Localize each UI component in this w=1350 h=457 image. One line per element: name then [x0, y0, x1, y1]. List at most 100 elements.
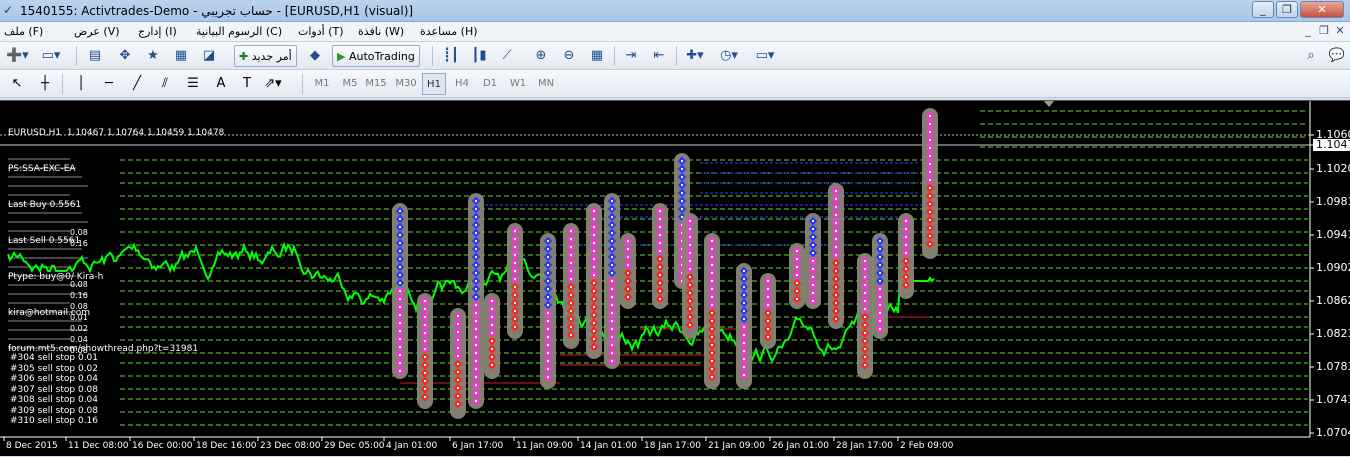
order-marker-dot	[491, 340, 493, 342]
timeframe-w1[interactable]: W1	[506, 73, 530, 95]
mdi-minimize-button[interactable]: _	[1300, 24, 1316, 39]
order-marker-dot	[457, 339, 459, 341]
timeframe-m15[interactable]: M15	[364, 73, 388, 95]
order-marker-dot	[681, 176, 683, 178]
equidistant-channel-icon[interactable]: ⫽	[154, 73, 176, 95]
autotrading-button[interactable]: ▶ AutoTrading	[332, 45, 420, 67]
order-marker-dot	[835, 190, 837, 192]
order-marker-dot	[514, 318, 516, 320]
order-marker-dot	[767, 312, 769, 314]
timeframe-m30[interactable]: M30	[394, 73, 418, 95]
strategy-tester-icon[interactable]: ◪	[198, 45, 220, 67]
new-order-button[interactable]: ✚ أمر جديد	[234, 45, 297, 67]
order-marker-dot	[457, 331, 459, 333]
order-marker-dot	[514, 286, 516, 288]
tile-windows-icon[interactable]: ▦	[586, 45, 608, 67]
order-marker-dot	[399, 338, 401, 340]
menu-charts[interactable]: الرسوم البيانية (C)	[196, 25, 282, 38]
bar-chart-icon[interactable]: ┋┃	[440, 45, 462, 67]
order-marker-dot	[514, 270, 516, 272]
order-marker-dot	[711, 336, 713, 338]
vertical-line-icon[interactable]: │	[70, 73, 92, 95]
zoom-out-icon[interactable]: ⊖	[558, 45, 580, 67]
fibonacci-icon[interactable]: ☰	[182, 73, 204, 95]
periods-icon[interactable]: ◷▾	[718, 45, 740, 67]
order-marker-dot	[627, 264, 629, 266]
menu-help[interactable]: مساعدة (H)	[420, 25, 478, 38]
order-marker-dot	[611, 280, 613, 282]
order-marker-dot	[767, 304, 769, 306]
line-chart-icon[interactable]: ⟋	[496, 45, 518, 67]
info-line: kira@hotmail.com	[8, 308, 91, 318]
text-label-icon[interactable]: T	[236, 73, 258, 95]
navigator-icon[interactable]: ★	[142, 45, 164, 67]
time-label: 8 Dec 2015	[6, 441, 58, 451]
order-marker-dot	[570, 262, 572, 264]
new-chart-icon[interactable]: ➕▾	[6, 45, 29, 67]
order-marker-dot	[835, 238, 837, 240]
new-order-label: أمر جديد	[251, 50, 292, 63]
price-chart[interactable]: 1.106001.104751.102001.098101.094101.090…	[0, 100, 1350, 456]
order-marker-dot	[475, 312, 477, 314]
price-label: 1.09810	[1316, 195, 1350, 208]
order-marker-dot	[399, 290, 401, 292]
order-marker-dot	[491, 364, 493, 366]
menu-view[interactable]: عرض (V)	[74, 25, 120, 38]
market-watch-icon[interactable]: ▤	[84, 45, 106, 67]
order-marker-dot	[711, 360, 713, 362]
close-button[interactable]: ✕	[1300, 1, 1344, 18]
order-marker-dot	[905, 268, 907, 270]
order-marker-dot	[491, 300, 493, 302]
order-marker-dot	[711, 288, 713, 290]
maximize-button[interactable]: ❐	[1276, 1, 1298, 18]
timeframe-mn[interactable]: MN	[534, 73, 558, 95]
menu-file[interactable]: ملف (F)	[4, 25, 43, 38]
terminal-icon[interactable]: ▦	[170, 45, 192, 67]
order-marker-dot	[767, 280, 769, 282]
metaeditor-icon[interactable]: ◆	[304, 45, 326, 67]
menu-insert[interactable]: إدارج (I)	[138, 25, 177, 38]
arrows-icon[interactable]: ⇗▾	[262, 73, 284, 95]
minimize-button[interactable]: _	[1252, 1, 1274, 18]
crosshair-icon[interactable]: ┼	[34, 73, 56, 95]
order-marker-dot	[812, 284, 814, 286]
autotrading-label: AutoTrading	[348, 50, 415, 63]
chat-icon[interactable]: 💬	[1326, 45, 1348, 67]
order-marker-dot	[879, 312, 881, 314]
order-marker-dot	[627, 280, 629, 282]
autoscroll-icon[interactable]: ⇤	[648, 45, 670, 67]
menu-tools[interactable]: أدوات (T)	[298, 25, 344, 38]
horizontal-line-icon[interactable]: ─	[98, 73, 120, 95]
profiles-icon[interactable]: ▭▾	[40, 45, 62, 67]
order-marker-dot	[743, 350, 745, 352]
window-title: 1540155: Activtrades-Demo - حساب تجريبي …	[20, 4, 414, 18]
zoom-in-icon[interactable]: ⊕	[530, 45, 552, 67]
templates-icon[interactable]: ▭▾	[754, 45, 776, 67]
order-marker-dot	[711, 280, 713, 282]
trendline-icon[interactable]: ╱	[126, 73, 148, 95]
cursor-icon[interactable]: ↖	[6, 73, 28, 95]
mdi-close-button[interactable]: ✕	[1332, 24, 1348, 39]
data-window-icon[interactable]: ✥	[114, 45, 136, 67]
order-marker-dot	[929, 163, 931, 165]
text-icon[interactable]: A	[210, 73, 232, 95]
timeframe-h1[interactable]: H1	[422, 73, 446, 95]
candlestick-icon[interactable]: ┃▮	[468, 45, 490, 67]
menu-window[interactable]: نافذة (W)	[358, 25, 404, 38]
order-marker-dot	[627, 256, 629, 258]
timeframe-h4[interactable]: H4	[450, 73, 474, 95]
order-marker-dot	[767, 320, 769, 322]
indicators-icon[interactable]: ✚▾	[684, 45, 706, 67]
order-marker-dot	[879, 264, 881, 266]
order-marker-dot	[611, 312, 613, 314]
order-marker-dot	[547, 336, 549, 338]
timeframe-m1[interactable]: M1	[310, 73, 334, 95]
order-marker-dot	[570, 278, 572, 280]
timeframe-m5[interactable]: M5	[338, 73, 362, 95]
order-marker-dot	[424, 396, 426, 398]
mdi-restore-button[interactable]: ❐	[1316, 24, 1332, 39]
order-marker-dot	[767, 288, 769, 290]
chart-shift-icon[interactable]: ⇥	[620, 45, 642, 67]
timeframe-d1[interactable]: D1	[478, 73, 502, 95]
search-icon[interactable]: ⌕	[1300, 45, 1322, 67]
